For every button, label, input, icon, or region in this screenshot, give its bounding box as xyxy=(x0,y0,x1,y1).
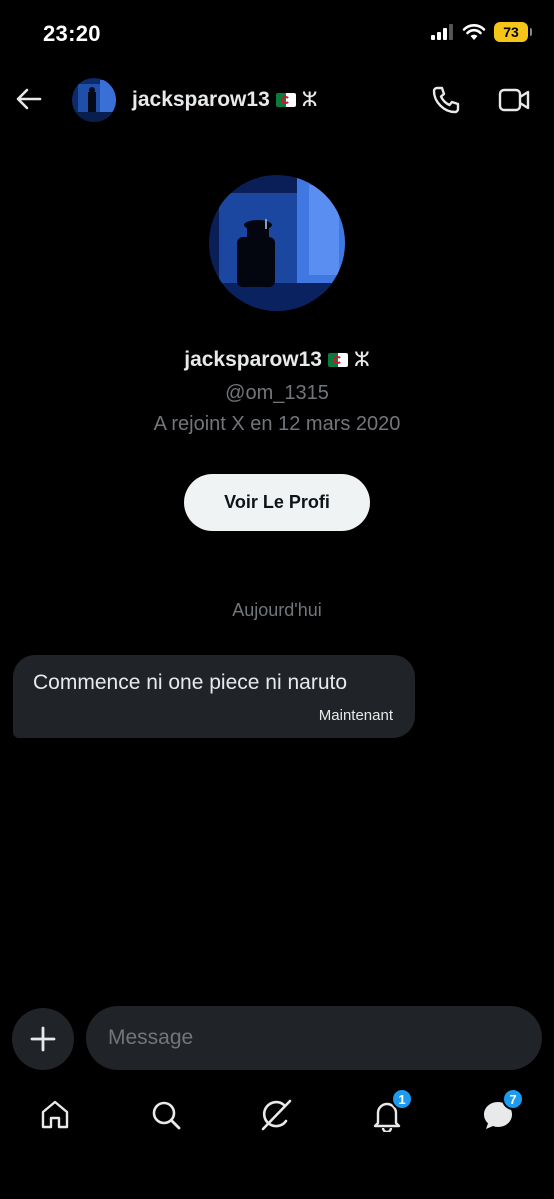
signal-icon xyxy=(431,24,453,40)
profile-display-name: jacksparow13 ⵣ xyxy=(0,347,554,372)
header-name-text: jacksparow13 xyxy=(132,87,270,111)
nav-grok[interactable] xyxy=(256,1095,296,1135)
search-icon xyxy=(152,1101,181,1130)
voice-call-button[interactable] xyxy=(430,84,462,116)
profile-join-date: A rejoint X en 12 mars 2020 xyxy=(153,413,401,435)
battery-level: 73 xyxy=(503,24,519,40)
message-input[interactable] xyxy=(86,1006,542,1070)
header-username[interactable]: jacksparow13 ⵣ xyxy=(132,87,318,112)
status-bar: 23:20 73 xyxy=(0,0,554,70)
algeria-flag-icon xyxy=(328,352,348,367)
header-avatar[interactable] xyxy=(72,78,116,122)
algeria-flag-icon xyxy=(275,92,296,107)
home-icon xyxy=(41,1100,69,1129)
amazigh-symbol: ⵣ xyxy=(301,89,318,111)
bottom-nav: 1 7 xyxy=(0,1085,554,1155)
battery-icon: 73 xyxy=(494,22,532,42)
amazigh-symbol: ⵣ xyxy=(354,349,370,371)
nav-notifications[interactable]: 1 xyxy=(367,1088,413,1135)
back-button[interactable] xyxy=(14,84,44,114)
status-time: 23:20 xyxy=(43,21,101,46)
messages-badge: 7 xyxy=(502,1088,524,1110)
video-icon xyxy=(498,88,530,112)
message-text: Commence ni one piece ni naruto xyxy=(33,671,348,694)
profile-name-text: jacksparow13 xyxy=(184,347,322,371)
profile-avatar-image xyxy=(209,175,345,311)
conversation-header: jacksparow13 ⵣ xyxy=(0,70,554,130)
add-attachment-button[interactable] xyxy=(12,1008,74,1070)
notifications-badge: 1 xyxy=(391,1088,413,1110)
nav-search[interactable] xyxy=(146,1095,186,1135)
dm-screen: 23:20 73 jacksparow13 ⵣ jacksparow13 ⵣ @… xyxy=(0,0,554,1199)
profile-handle: @om_1315 xyxy=(225,382,329,404)
wifi-icon xyxy=(462,24,486,40)
date-divider: Aujourd'hui xyxy=(232,600,322,620)
message-timestamp: Maintenant xyxy=(318,707,393,724)
view-profile-button[interactable]: Voir Le Profi xyxy=(184,474,370,531)
phone-icon xyxy=(432,86,460,114)
avatar-image xyxy=(72,78,116,122)
nav-home[interactable] xyxy=(35,1095,75,1135)
back-arrow-icon xyxy=(16,88,42,110)
video-call-button[interactable] xyxy=(497,85,531,115)
status-icons: 73 xyxy=(430,22,532,42)
grok-icon xyxy=(261,1099,292,1131)
received-message-bubble[interactable]: Commence ni one piece ni naruto Maintena… xyxy=(13,655,415,738)
profile-avatar[interactable] xyxy=(209,175,345,311)
plus-icon xyxy=(30,1026,56,1052)
nav-messages[interactable]: 7 xyxy=(478,1088,524,1135)
